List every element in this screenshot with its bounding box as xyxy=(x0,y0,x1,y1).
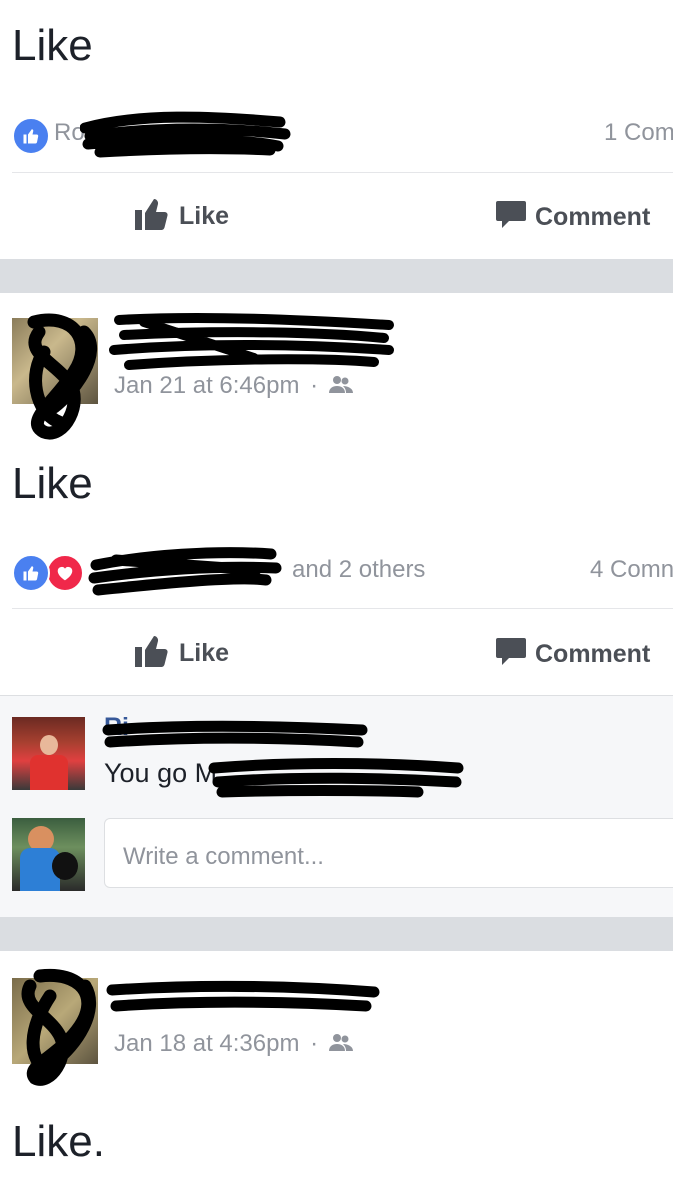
redaction-scribble xyxy=(80,111,291,158)
post-1-reactions-summary[interactable]: Ro xyxy=(54,119,85,147)
divider xyxy=(12,608,673,609)
post-2-text: Like xyxy=(12,459,93,508)
separator-dot: · xyxy=(310,1030,319,1057)
redaction-scribble xyxy=(88,547,282,596)
love-reaction-icon xyxy=(46,554,84,592)
post-3-text: Like. xyxy=(12,1117,105,1166)
divider xyxy=(12,172,673,173)
feed-separator xyxy=(0,259,673,293)
current-user-avatar[interactable] xyxy=(12,818,85,891)
separator-dot: · xyxy=(310,372,319,399)
like-button-label: Like xyxy=(179,639,230,667)
thumbs-up-icon xyxy=(135,633,171,674)
post-2-comments-count[interactable]: 4 Comn xyxy=(590,556,673,584)
like-reaction-icon xyxy=(12,117,50,155)
post-3-timestamp[interactable]: Jan 18 at 4:36pm · xyxy=(114,1030,353,1058)
redaction-scribble xyxy=(106,980,380,1012)
thumbs-up-icon xyxy=(135,196,171,237)
comment-author[interactable]: Ri xyxy=(104,713,129,742)
comment-button[interactable]: Comment xyxy=(495,635,650,674)
commenter-avatar[interactable] xyxy=(12,717,85,790)
comment-bubble-icon xyxy=(495,198,527,237)
post-1-text: Like xyxy=(12,21,93,70)
comment-text: You go M xyxy=(104,758,218,788)
comment-input-placeholder: Write a comment... xyxy=(123,843,324,870)
comment-input[interactable]: Write a comment... xyxy=(104,818,673,888)
post-2-timestamp[interactable]: Jan 21 at 6:46pm · xyxy=(114,372,353,400)
timestamp-text: Jan 21 at 6:46pm xyxy=(114,372,300,399)
comment-button-label: Comment xyxy=(535,640,651,668)
timestamp-text: Jan 18 at 4:36pm xyxy=(114,1030,300,1057)
friends-icon xyxy=(328,1030,353,1057)
like-button[interactable]: Like xyxy=(135,633,229,674)
post-2-reactions-summary[interactable]: and 2 others xyxy=(292,556,425,584)
redaction-scribble xyxy=(109,312,394,370)
feed-separator xyxy=(0,917,673,951)
like-button[interactable]: Like xyxy=(135,196,229,237)
friends-icon xyxy=(328,372,353,399)
like-reaction-icon xyxy=(12,554,50,592)
author-avatar[interactable] xyxy=(12,978,98,1064)
author-avatar[interactable] xyxy=(12,318,98,404)
comment-bubble-icon xyxy=(495,635,527,674)
like-button-label: Like xyxy=(179,202,230,230)
comment-button[interactable]: Comment xyxy=(495,198,650,237)
comment-button-label: Comment xyxy=(535,203,651,231)
post-1-comments-count[interactable]: 1 Com xyxy=(604,119,673,147)
